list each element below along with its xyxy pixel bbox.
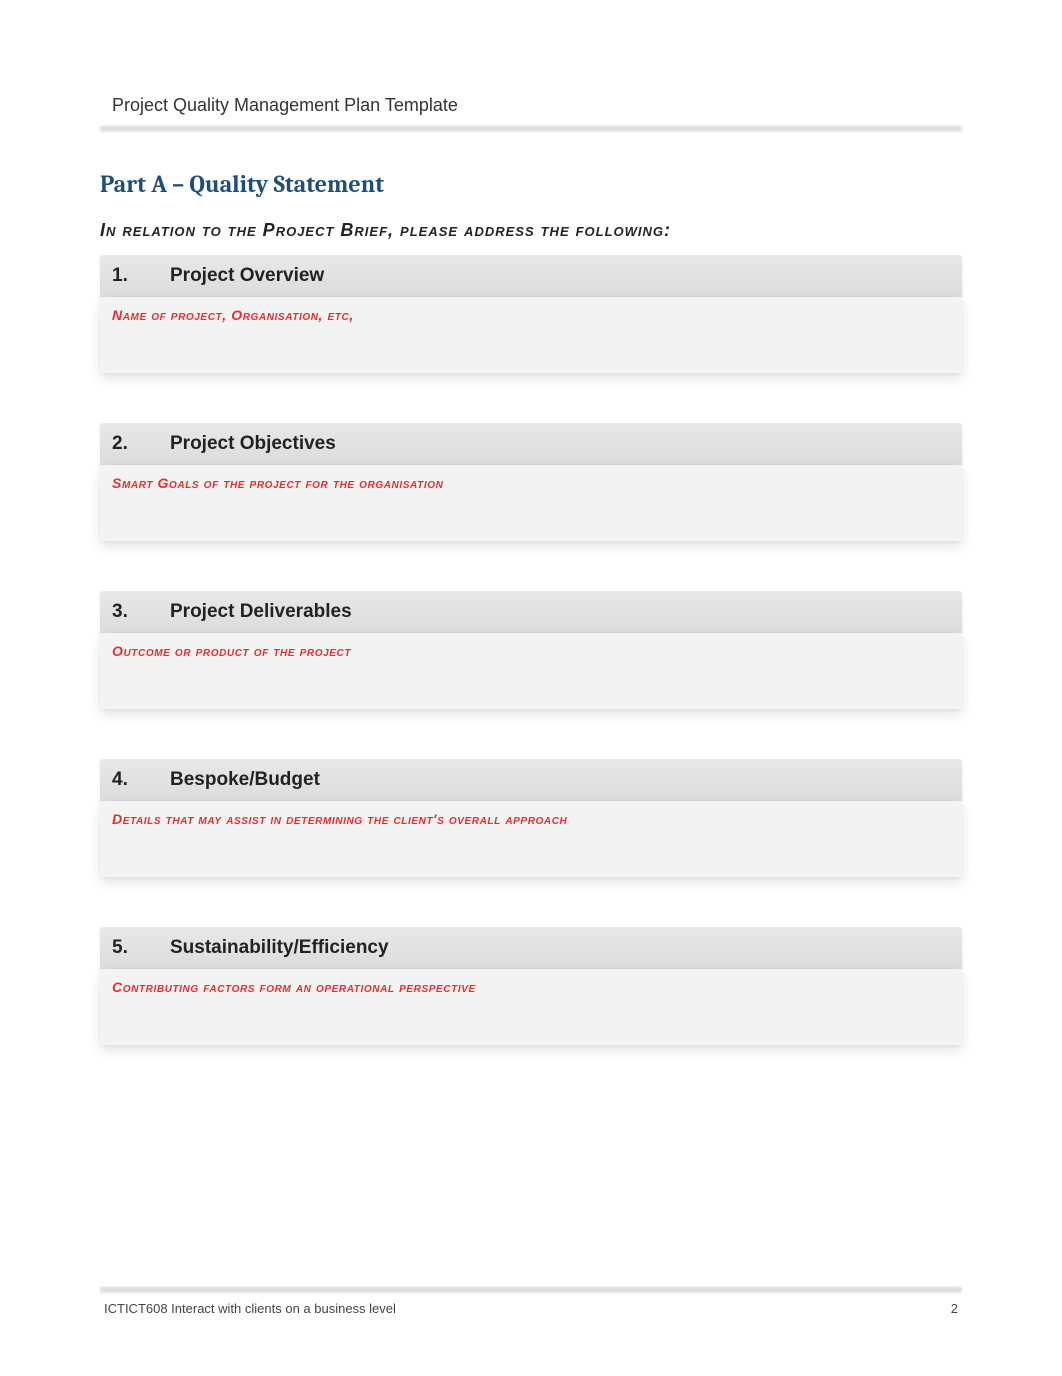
section-heading: 2. Project Objectives bbox=[100, 423, 962, 465]
section-heading: 3. Project Deliverables bbox=[100, 591, 962, 633]
section-bespoke-budget: 4. Bespoke/Budget Details that may assis… bbox=[100, 759, 962, 877]
section-title: Project Deliverables bbox=[170, 601, 352, 623]
section-title: Project Overview bbox=[170, 265, 324, 287]
page-footer: ICTICT608 Interact with clients on a bus… bbox=[100, 1287, 962, 1316]
section-heading: 4. Bespoke/Budget bbox=[100, 759, 962, 801]
document-header: Project Quality Management Plan Template bbox=[112, 95, 962, 116]
section-heading: 1. Project Overview bbox=[100, 255, 962, 297]
section-body: Details that may assist in determining t… bbox=[100, 801, 962, 877]
page-number: 2 bbox=[951, 1301, 958, 1316]
section-number: 5. bbox=[112, 937, 136, 959]
section-project-objectives: 2. Project Objectives Smart Goals of the… bbox=[100, 423, 962, 541]
section-hint: Contributing factors form an operational… bbox=[112, 979, 950, 995]
section-title: Bespoke/Budget bbox=[170, 769, 320, 791]
section-title: Project Objectives bbox=[170, 433, 336, 455]
section-hint: Smart Goals of the project for the organ… bbox=[112, 475, 950, 491]
section-title: Sustainability/Efficiency bbox=[170, 937, 389, 959]
part-intro: In relation to the Project Brief, please… bbox=[100, 220, 962, 241]
footer-course-code: ICTICT608 Interact with clients on a bus… bbox=[104, 1301, 396, 1316]
header-divider bbox=[100, 126, 962, 132]
section-body: Outcome or product of the project bbox=[100, 633, 962, 709]
part-title: Part A – Quality Statement bbox=[100, 170, 962, 198]
footer-divider bbox=[100, 1287, 962, 1293]
section-project-overview: 1. Project Overview Name of project, Org… bbox=[100, 255, 962, 373]
section-hint: Outcome or product of the project bbox=[112, 643, 950, 659]
section-hint: Details that may assist in determining t… bbox=[112, 811, 950, 827]
section-number: 4. bbox=[112, 769, 136, 791]
section-number: 2. bbox=[112, 433, 136, 455]
section-number: 1. bbox=[112, 265, 136, 287]
section-body: Name of project, Organisation, etc, bbox=[100, 297, 962, 373]
section-body: Smart Goals of the project for the organ… bbox=[100, 465, 962, 541]
section-heading: 5. Sustainability/Efficiency bbox=[100, 927, 962, 969]
section-project-deliverables: 3. Project Deliverables Outcome or produ… bbox=[100, 591, 962, 709]
section-sustainability-efficiency: 5. Sustainability/Efficiency Contributin… bbox=[100, 927, 962, 1045]
section-hint: Name of project, Organisation, etc, bbox=[112, 307, 950, 323]
section-body: Contributing factors form an operational… bbox=[100, 969, 962, 1045]
section-number: 3. bbox=[112, 601, 136, 623]
